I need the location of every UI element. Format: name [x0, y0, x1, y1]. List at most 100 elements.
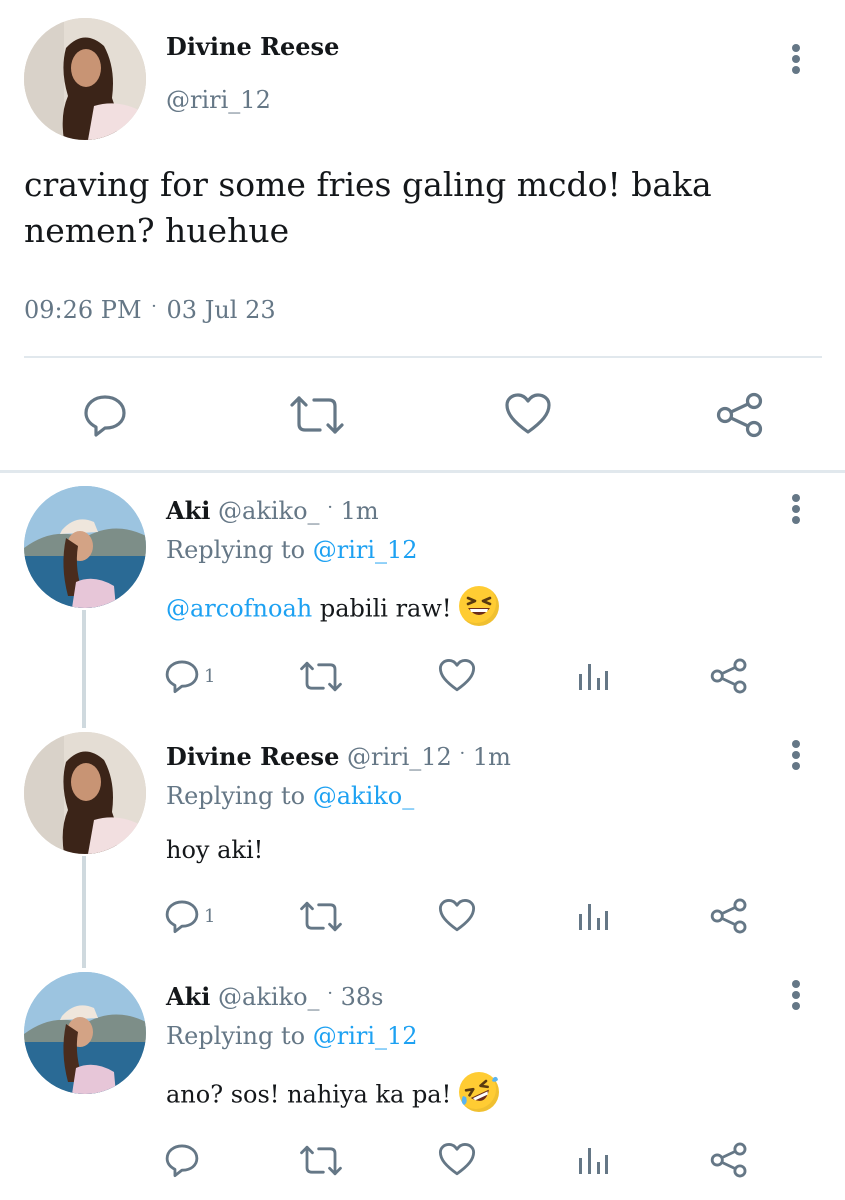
replying-to-label: Replying to — [166, 1022, 306, 1050]
retweet-icon — [290, 396, 344, 434]
reply-header: Divine Reese @riri_12 · 1m — [166, 742, 511, 771]
analytics-button[interactable] — [576, 660, 610, 692]
analytics-icon — [579, 664, 608, 690]
tweet-timestamp[interactable]: 09:26 PM · 03 Jul 23 — [24, 296, 276, 324]
reply-text: hoy aki! — [166, 836, 264, 864]
more-vertical-icon — [792, 494, 800, 524]
reply-count: 1 — [204, 905, 216, 927]
heart-icon — [505, 393, 551, 434]
retweet-button[interactable] — [300, 1144, 342, 1177]
reply-icon — [165, 1144, 199, 1178]
separator: · — [327, 497, 333, 518]
retweet-button[interactable] — [300, 900, 342, 933]
author-handle[interactable]: @riri_12 — [347, 743, 452, 771]
reply-button[interactable]: 1 — [164, 658, 215, 694]
retweet-icon — [300, 1145, 342, 1176]
avatar-photo — [24, 18, 146, 140]
avatar[interactable] — [24, 486, 146, 608]
reply-header: Aki @akiko_ · 1m — [166, 496, 379, 525]
retweet-button[interactable] — [300, 660, 342, 693]
replying-to-label: Replying to — [166, 782, 306, 810]
author-handle[interactable]: @riri_12 — [166, 86, 271, 114]
like-button[interactable] — [438, 1142, 476, 1177]
reply-icon — [165, 900, 199, 934]
author-name[interactable]: Aki — [166, 496, 210, 525]
reply-text-body: ano? sos! nahiya ka pa! — [166, 1080, 452, 1109]
reply-icon — [84, 395, 126, 437]
reply-count: 1 — [204, 665, 216, 687]
avatar[interactable] — [24, 732, 146, 854]
reply-text-body: pabili raw! — [319, 594, 452, 623]
thread-line — [82, 610, 86, 728]
share-button[interactable] — [710, 658, 748, 694]
retweet-icon — [300, 901, 342, 932]
retweet-button[interactable] — [290, 394, 344, 436]
author-name[interactable]: Divine Reese — [166, 742, 339, 771]
replying-to-link[interactable]: @akiko_ — [313, 782, 415, 810]
heart-icon — [438, 659, 476, 692]
separator: · — [327, 983, 333, 1004]
share-icon — [710, 658, 747, 694]
analytics-icon — [579, 904, 608, 930]
heart-icon — [438, 1143, 476, 1176]
share-button[interactable] — [710, 898, 748, 934]
share-icon — [710, 898, 747, 934]
tweet-text-line: nemen? huehue — [24, 211, 290, 250]
analytics-button[interactable] — [576, 1144, 610, 1176]
avatar-photo — [24, 972, 146, 1094]
replying-to-link[interactable]: @riri_12 — [313, 536, 418, 564]
share-button[interactable] — [716, 392, 764, 438]
like-button[interactable] — [438, 898, 476, 933]
rolling-on-floor-laughing-emoji-icon — [458, 1072, 499, 1112]
separator: · — [151, 296, 157, 317]
reply-icon — [165, 660, 199, 694]
like-button[interactable] — [504, 392, 552, 436]
reply-button[interactable] — [82, 392, 128, 438]
replying-to-label: Replying to — [166, 536, 306, 564]
reply-text: @arcofnoah pabili raw! — [166, 586, 500, 630]
replying-to: Replying to @riri_12 — [166, 1022, 418, 1050]
tweet-text: craving for some fries galing mcdo! baka… — [24, 162, 712, 254]
tweet-date: 03 Jul 23 — [166, 296, 276, 324]
more-options-button[interactable] — [786, 738, 806, 778]
avatar[interactable] — [24, 18, 146, 140]
retweet-icon — [300, 661, 342, 692]
section-divider — [0, 470, 845, 473]
reply-button[interactable]: 1 — [164, 898, 215, 934]
replying-to: Replying to @riri_12 — [166, 536, 418, 564]
replying-to: Replying to @akiko_ — [166, 782, 414, 810]
avatar-photo — [24, 732, 146, 854]
thread-line — [82, 856, 86, 968]
heart-icon — [438, 899, 476, 932]
more-options-button[interactable] — [786, 978, 806, 1018]
reply-age: 1m — [472, 743, 511, 771]
tweet-time: 09:26 PM — [24, 296, 142, 324]
avatar-photo — [24, 486, 146, 608]
author-handle[interactable]: @akiko_ — [218, 983, 320, 1011]
reply-text: ano? sos! nahiya ka pa! — [166, 1072, 499, 1116]
mention-link[interactable]: @arcofnoah — [166, 595, 312, 623]
more-options-button[interactable] — [786, 492, 806, 532]
analytics-button[interactable] — [576, 900, 610, 932]
reply-age: 38s — [340, 983, 384, 1011]
author-handle[interactable]: @akiko_ — [218, 497, 320, 525]
author-name[interactable]: Divine Reese — [166, 32, 339, 61]
avatar[interactable] — [24, 972, 146, 1094]
replying-to-link[interactable]: @riri_12 — [313, 1022, 418, 1050]
share-icon — [710, 1142, 747, 1178]
author-name[interactable]: Aki — [166, 982, 210, 1011]
like-button[interactable] — [438, 658, 476, 693]
more-vertical-icon — [792, 44, 800, 74]
reply-header: Aki @akiko_ · 38s — [166, 982, 383, 1011]
more-vertical-icon — [792, 980, 800, 1010]
more-options-button[interactable] — [786, 40, 806, 80]
reply-age: 1m — [340, 497, 379, 525]
more-vertical-icon — [792, 740, 800, 770]
tweet-text-line: craving for some fries galing mcdo! baka — [24, 165, 712, 204]
reply-button[interactable] — [164, 1142, 200, 1178]
analytics-icon — [579, 1148, 608, 1174]
share-button[interactable] — [710, 1142, 748, 1178]
share-icon — [716, 392, 763, 438]
separator: · — [459, 743, 466, 764]
grinning-squinting-emoji-icon — [459, 586, 500, 626]
